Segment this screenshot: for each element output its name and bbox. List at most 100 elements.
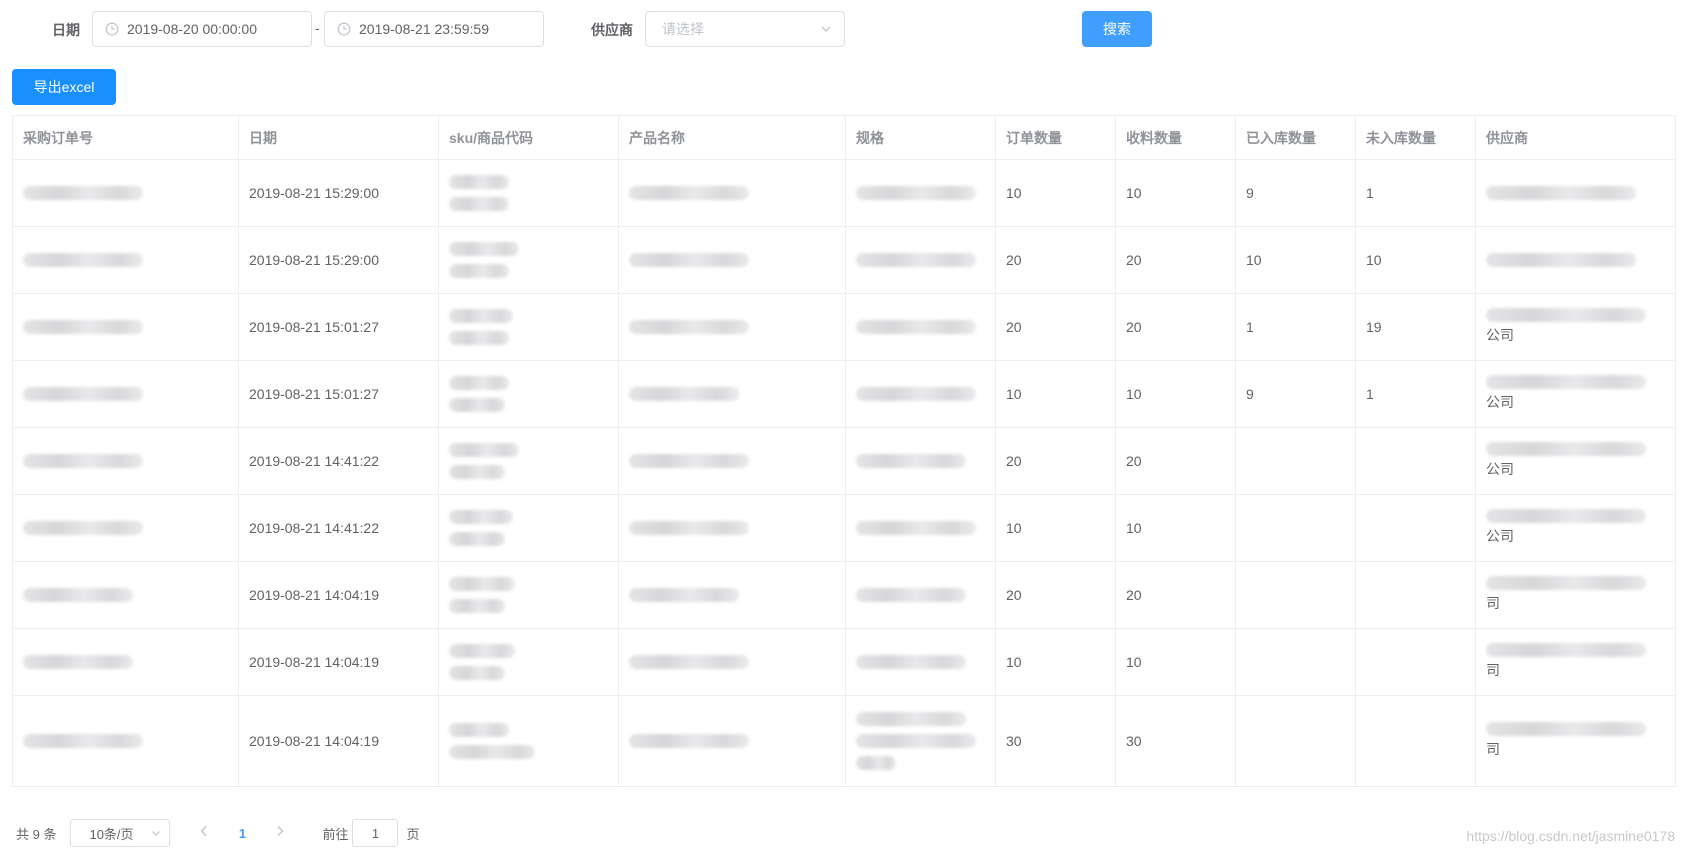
next-page-button[interactable] [266,824,294,842]
redacted-text [23,387,143,401]
goto-suffix: 页 [406,826,420,842]
redacted-text [1486,576,1646,590]
redacted-text [856,253,976,267]
order-qty-cell: 10 [995,628,1116,696]
order-no-cell [12,494,239,562]
supplier-cell: 公司 [1475,293,1676,361]
stocked-qty-cell [1235,561,1356,629]
prev-page-button[interactable] [190,824,218,842]
supplier-tail-text: 司 [1486,595,1500,611]
unstocked-qty-cell [1355,427,1476,495]
clock-icon [337,22,351,36]
product-name-cell [618,628,846,696]
table-row: 2019-08-21 15:29:00 20 20 10 10 [12,226,1676,294]
column-header: 收料数量 [1115,115,1236,160]
order-no-cell [12,360,239,428]
product-name-cell [618,226,846,294]
redacted-text [856,521,976,535]
column-header: 采购订单号 [12,115,239,160]
redacted-text [629,655,749,669]
spec-cell [845,695,996,787]
redacted-text [449,264,509,278]
table-row: 2019-08-21 14:41:22 10 10 公司 [12,494,1676,562]
stocked-qty-cell [1235,628,1356,696]
date-start-value: 2019-08-20 00:00:00 [127,21,257,37]
received-qty-cell: 20 [1115,427,1236,495]
date-cell: 2019-08-21 14:04:19 [238,561,439,629]
supplier-tail-text: 公司 [1486,327,1514,343]
date-cell: 2019-08-21 15:01:27 [238,360,439,428]
spec-cell [845,494,996,562]
date-end-input[interactable]: 2019-08-21 23:59:59 [324,11,544,47]
column-header: 订单数量 [995,115,1116,160]
date-start-input[interactable]: 2019-08-20 00:00:00 [92,11,312,47]
date-separator: - [315,20,320,36]
spec-cell [845,561,996,629]
stocked-qty-cell [1235,427,1356,495]
redacted-text [449,599,505,613]
sku-cell [438,494,619,562]
order-no-cell [12,159,239,227]
supplier-select[interactable]: 请选择 [645,11,845,47]
redacted-text [856,655,966,669]
received-qty-cell: 10 [1115,494,1236,562]
supplier-cell: 公司 [1475,427,1676,495]
sku-cell [438,226,619,294]
chevron-left-icon [201,826,207,836]
purchase-order-table: 采购订单号 日期 sku/商品代码 产品名称 规格 订单数量 收料数量 已入库数… [12,115,1676,787]
order-no-cell [12,293,239,361]
redacted-text [1486,253,1636,267]
spec-cell [845,628,996,696]
search-button[interactable]: 搜索 [1082,11,1152,47]
date-cell: 2019-08-21 14:41:22 [238,427,439,495]
chevron-down-icon [821,26,831,32]
supplier-tail-text: 司 [1486,662,1500,678]
column-header: sku/商品代码 [438,115,619,160]
column-header: 日期 [238,115,439,160]
sku-cell [438,628,619,696]
stocked-qty-cell [1235,695,1356,787]
order-no-cell [12,427,239,495]
spec-cell [845,427,996,495]
redacted-text [449,175,509,189]
table-row: 2019-08-21 14:04:19 30 30 司 [12,695,1676,787]
unstocked-qty-cell [1355,561,1476,629]
column-header: 供应商 [1475,115,1676,160]
order-qty-cell: 20 [995,293,1116,361]
page-size-select[interactable]: 10条/页 [70,819,171,847]
date-cell: 2019-08-21 15:29:00 [238,226,439,294]
sku-cell [438,159,619,227]
redacted-text [1486,722,1646,736]
goto-page: 前往 1 页 [322,819,420,847]
redacted-text [1486,186,1636,200]
unstocked-qty-cell: 1 [1355,159,1476,227]
received-qty-cell: 10 [1115,628,1236,696]
column-header: 已入库数量 [1235,115,1356,160]
clock-icon [105,22,119,36]
redacted-text [449,745,535,759]
date-cell: 2019-08-21 14:04:19 [238,695,439,787]
redacted-text [449,197,509,211]
goto-page-input[interactable]: 1 [352,819,399,847]
redacted-text [449,398,505,412]
product-name-cell [618,427,846,495]
supplier-tail-text: 公司 [1486,528,1514,544]
supplier-cell [1475,226,1676,294]
redacted-text [449,532,505,546]
page-number-current[interactable]: 1 [232,826,252,841]
watermark: https://blog.csdn.net/jasmine0178 [1466,828,1675,844]
goto-label: 前往 [322,826,349,842]
product-name-cell [618,695,846,787]
unstocked-qty-cell: 10 [1355,226,1476,294]
redacted-text [449,465,505,479]
stocked-qty-cell: 1 [1235,293,1356,361]
redacted-text [1486,509,1646,523]
pagination: 共 9 条 10条/页 1 前往 1 页 [16,818,420,848]
redacted-text [449,309,513,323]
received-qty-cell: 20 [1115,293,1236,361]
export-excel-button[interactable]: 导出excel [12,69,116,105]
unstocked-qty-cell [1355,628,1476,696]
redacted-text [856,712,966,726]
goto-page-value: 1 [371,825,380,841]
spec-cell [845,293,996,361]
